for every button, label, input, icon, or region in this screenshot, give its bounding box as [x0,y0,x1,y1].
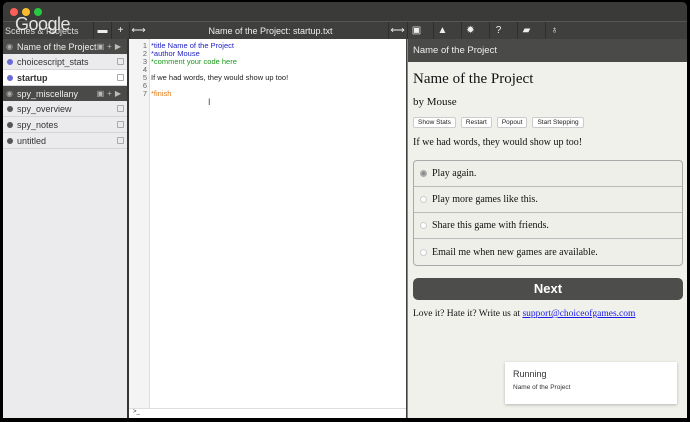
line-gutter: 1234567 [129,39,150,408]
project-name: spy_miscellany [16,88,79,99]
save-icon[interactable] [117,58,124,65]
line-number: 7 [142,89,147,98]
game-title: Name of the Project [413,71,534,87]
restart-button[interactable]: Restart [460,117,492,128]
choice-list: Play again. Play more games like this. S… [413,160,683,266]
notification-title: Running [513,369,547,379]
scene-dot-icon [7,121,13,128]
popout-button[interactable]: Popout [496,117,528,128]
scene-label: untitled [17,135,47,146]
group-actions-icons[interactable]: ▣+▶ [97,89,124,98]
console-input[interactable]: >_ [129,408,406,418]
choice-label: Share this game with friends. [432,220,549,231]
open-folder-icon[interactable]: ▬ [93,22,111,40]
save-icon[interactable] [117,121,124,128]
scene-label: choicescript_stats [17,56,89,67]
notification-subtitle: Name of the Project [513,384,571,391]
text-cursor-icon: I [208,97,211,107]
code-editor[interactable]: 1234567 *title Name of the Project *autho… [129,39,406,418]
save-icon[interactable] [117,74,124,81]
scene-item-spy-overview[interactable]: spy_overview [3,101,127,117]
choice-label: Email me when new games are available. [432,246,598,258]
lightbulb-icon[interactable]: ♁ [545,22,563,40]
expand-editor-icon[interactable]: ⟷ [129,22,147,40]
scenes-sidebar: ◉ Name of the Project ▣+▶ choicescript_sta… [3,39,129,418]
support-email-link[interactable]: support@choiceofgames.com [522,309,635,319]
cube-icon[interactable]: ▣ [407,22,425,40]
gear-icon[interactable]: ✹ [461,22,479,40]
feedback-label: Love it? Hate it? Write us at [413,309,523,319]
code-line[interactable]: *finish [151,90,288,98]
code-line[interactable]: *comment your code here [151,58,288,66]
title-bar [3,2,687,21]
console-prompt: >_ [133,409,140,415]
radio-selected-icon[interactable] [420,170,427,177]
next-button[interactable]: Next [413,278,683,300]
warning-icon[interactable]: ▲ [433,22,451,40]
scene-item-spy-notes[interactable]: spy_notes [3,117,127,133]
radio-icon[interactable] [420,222,427,229]
scene-label: spy_overview [17,103,72,114]
choice-option[interactable]: Email me when new games are available. [414,239,682,265]
scene-dot-icon [7,74,13,81]
preview-header: Name of the Project [408,39,687,62]
save-icon[interactable] [117,137,124,144]
choice-option[interactable]: Share this game with friends. [414,213,682,239]
eye-icon[interactable]: ◉ [6,89,13,98]
start-stepping-button[interactable]: Start Stepping [532,117,584,128]
app-window: Scenes & Projects ▬ + ⟷ Name of the Proj… [3,2,687,418]
scene-item-startup[interactable]: startup [3,70,127,86]
choice-label: Play again. [432,168,477,179]
scene-item-choicescript-stats[interactable]: choicescript_stats [3,54,127,70]
save-icon[interactable] [117,105,124,112]
choice-option[interactable]: Play more games like this. [414,187,682,213]
toolbar: Scenes & Projects ▬ + ⟷ Name of the Proj… [3,21,687,40]
watermark-logo: Google [15,14,71,34]
project-name: Name of the Project [16,41,97,52]
project-group-header[interactable]: ◉ Name of the Project ▣+▶ [3,39,127,54]
scene-label: startup [17,72,48,83]
book-icon[interactable]: ▰ [517,22,535,40]
game-preview: Name of the Project Name of the Project … [407,39,687,418]
choice-label: Play more games like this. [432,194,538,205]
code-line[interactable] [151,82,288,90]
scene-dot-icon [7,58,13,65]
scene-label: spy_notes [17,119,59,130]
code-line[interactable]: If we had words, they would show up too! [151,74,288,82]
group-actions-icons[interactable]: ▣+▶ [97,42,124,51]
eye-icon[interactable]: ◉ [6,42,13,51]
expand-preview-icon[interactable]: ⟷ [388,22,406,40]
file-title: Name of the Project: startup.txt [208,26,333,36]
show-stats-button[interactable]: Show Stats [413,117,456,128]
scene-item-untitled[interactable]: untitled [3,133,127,149]
radio-icon[interactable] [420,248,427,256]
add-scene-icon[interactable]: + [111,22,129,40]
running-notification: Running Name of the Project [505,362,677,404]
scene-dot-icon [7,137,13,144]
project-group-header[interactable]: ◉ spy_miscellany ▣+▶ [3,86,127,101]
scene-dot-icon [7,105,13,112]
radio-icon[interactable] [420,196,427,203]
feedback-text: Love it? Hate it? Write us at support@ch… [413,309,687,319]
help-icon[interactable]: ? [489,22,507,40]
choice-option[interactable]: Play again. [414,161,682,187]
game-author: by Mouse [413,96,457,108]
code-area[interactable]: *title Name of the Project *author Mouse *… [151,42,288,98]
game-text: If we had words, they would show up too! [413,137,583,148]
